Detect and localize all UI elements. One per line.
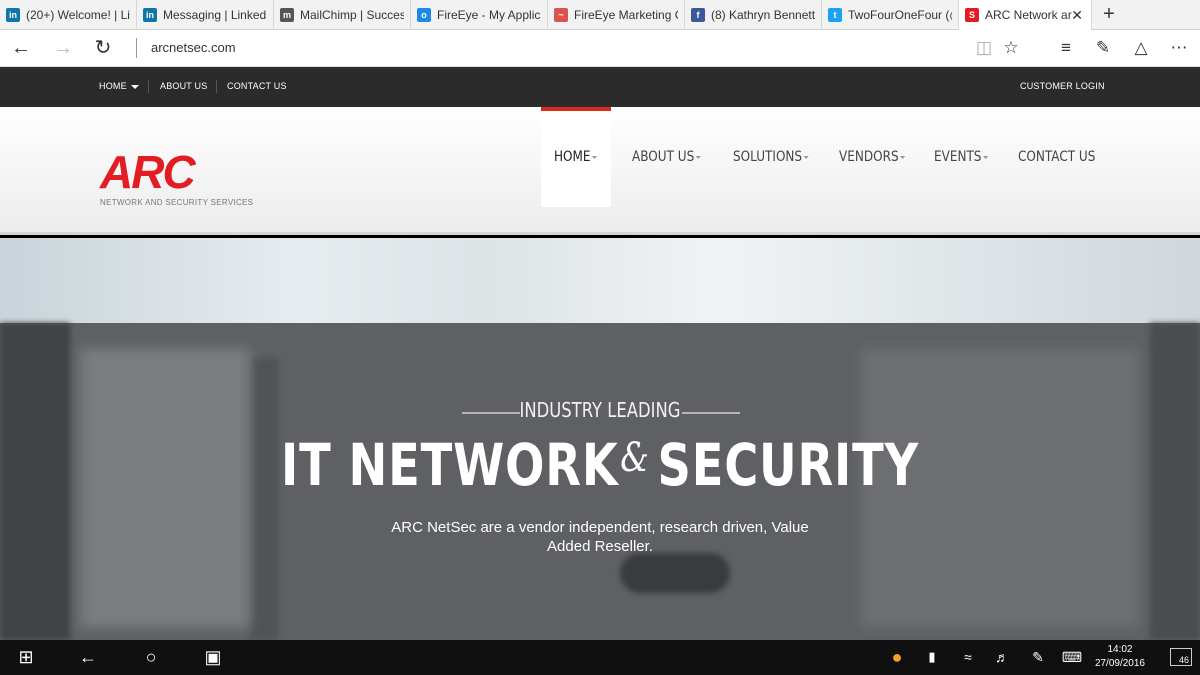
more-icon[interactable]: ⋯: [1166, 36, 1192, 60]
url-field[interactable]: arcnetsec.com: [136, 38, 236, 58]
tab-title: FireEye Marketing C: [574, 8, 678, 22]
web-note-icon[interactable]: ✎: [1090, 36, 1116, 60]
hub-icon[interactable]: ≡: [1053, 36, 1079, 60]
browser-tab[interactable]: in Messaging | LinkedI: [137, 0, 274, 30]
tab-title: TwoFourOneFour (@: [848, 8, 952, 22]
menu-solutions[interactable]: SOLUTIONS: [733, 149, 809, 165]
fireeye-icon: o: [417, 8, 431, 22]
hero-title: IT NETWORK& SECURITY: [120, 431, 1080, 499]
system-clock[interactable]: 14:02 27/09/2016: [1095, 643, 1145, 671]
back-icon[interactable]: ←: [76, 645, 100, 669]
linkedin-icon: in: [143, 8, 157, 22]
hero-background-shape: [1150, 323, 1200, 640]
menu-events-label: EVENTS: [934, 149, 982, 165]
browser-tab-strip: in (20+) Welcome! | Li in Messaging | Linke…: [0, 0, 1200, 30]
new-tab-icon[interactable]: +: [1092, 0, 1126, 29]
browser-tab[interactable]: m MailChimp | Succes: [274, 0, 411, 30]
menu-vendors-label: VENDORS: [839, 149, 899, 165]
chevron-down-icon: [803, 155, 809, 159]
mailchimp-icon: m: [280, 8, 294, 22]
pen-icon[interactable]: ✎: [1026, 645, 1050, 669]
utility-about-link[interactable]: ABOUT US: [160, 81, 207, 91]
forward-icon[interactable]: →: [50, 36, 76, 60]
refresh-icon[interactable]: ↻: [90, 36, 116, 60]
chevron-down-icon: [592, 155, 598, 159]
menu-home-label: HOME: [554, 149, 591, 165]
browser-tab[interactable]: S ARC Network ar ✕: [959, 0, 1092, 30]
chevron-down-icon: [130, 84, 139, 89]
tab-title: (8) Kathryn Bennett: [711, 8, 815, 22]
browser-tab[interactable]: in (20+) Welcome! | Li: [0, 0, 137, 30]
tab-title: ARC Network ar: [985, 8, 1072, 22]
hero-description: ARC NetSec are a vendor independent, res…: [391, 519, 809, 555]
menu-solutions-label: SOLUTIONS: [733, 149, 803, 165]
wifi-icon[interactable]: ≈: [956, 645, 980, 669]
utility-bar: HOME ABOUT US CONTACT US CUSTOMER LOGIN: [0, 67, 1200, 107]
chevron-down-icon: [983, 155, 989, 159]
browser-tab[interactable]: o FireEye - My Applica: [411, 0, 548, 30]
tab-title: Messaging | LinkedI: [163, 8, 267, 22]
reading-view-icon[interactable]: ◫: [971, 36, 997, 60]
utility-contact-link[interactable]: CONTACT US: [227, 81, 287, 91]
back-icon[interactable]: ←: [8, 36, 34, 60]
arc-icon: S: [965, 8, 979, 22]
chevron-down-icon: [900, 155, 906, 159]
fireeye-marketing-icon: ~: [554, 8, 568, 22]
hero-title-right: SECURITY: [657, 431, 919, 499]
browser-tab[interactable]: f (8) Kathryn Bennett: [685, 0, 822, 30]
clock-time: 14:02: [1107, 644, 1133, 655]
menu-contact[interactable]: CONTACT US: [1018, 149, 1095, 165]
hero-banner: INDUSTRY LEADING IT NETWORK& SECURITY ARC…: [0, 238, 1200, 640]
close-icon[interactable]: ✕: [1071, 7, 1083, 24]
chevron-down-icon: [695, 155, 702, 159]
menu-about[interactable]: ABOUT US: [632, 149, 702, 165]
site-header: ARC NETWORK AND SECURITY SERVICES HOME A…: [0, 107, 1200, 235]
hero-title-left: IT NETWORK: [281, 431, 619, 499]
tab-title: FireEye - My Applica: [437, 8, 541, 22]
task-view-icon[interactable]: ▣: [201, 645, 225, 669]
menu-about-label: ABOUT US: [632, 149, 695, 165]
menu-vendors[interactable]: VENDORS: [839, 149, 906, 165]
clock-date: 27/09/2016: [1094, 658, 1145, 669]
windows-taskbar: ⊞ ← ○ ▣ ● ▮ ≈ ♬ ✎ ⌨ 14:02 27/09/2016 46: [0, 640, 1200, 675]
twitter-icon: t: [828, 8, 842, 22]
utility-home-link[interactable]: HOME: [99, 81, 139, 91]
favorite-star-icon[interactable]: ☆: [998, 36, 1024, 60]
facebook-icon: f: [691, 8, 705, 22]
menu-events[interactable]: EVENTS: [934, 149, 989, 165]
keyboard-icon[interactable]: ⌨: [1060, 645, 1084, 669]
tab-title: MailChimp | Succes: [300, 8, 404, 22]
divider: [148, 80, 149, 93]
action-center-icon[interactable]: 46: [1170, 648, 1192, 666]
cortana-icon[interactable]: ○: [139, 645, 163, 669]
battery-icon[interactable]: ▮: [920, 645, 944, 669]
alert-app-icon[interactable]: ●: [885, 645, 909, 669]
address-bar: ← → ↻ arcnetsec.com ◫ ☆ ≡ ✎ △ ⋯: [0, 30, 1200, 67]
logo-tagline: NETWORK AND SECURITY SERVICES: [100, 198, 254, 207]
website: HOME ABOUT US CONTACT US CUSTOMER LOGIN …: [0, 67, 1200, 640]
hero-kicker: INDUSTRY LEADING: [519, 398, 681, 422]
linkedin-icon: in: [6, 8, 20, 22]
utility-home-label: HOME: [99, 81, 127, 91]
browser-tab[interactable]: ~ FireEye Marketing C: [548, 0, 685, 30]
windows-start-icon[interactable]: ⊞: [14, 645, 38, 669]
tab-title: (20+) Welcome! | Li: [26, 8, 130, 22]
divider: [216, 80, 217, 93]
browser-tab[interactable]: t TwoFourOneFour (@: [822, 0, 959, 30]
hero-title-ampersand: &: [620, 435, 650, 481]
customer-login-link[interactable]: CUSTOMER LOGIN: [1020, 81, 1105, 91]
volume-icon[interactable]: ♬: [990, 645, 1014, 669]
hero-background-sky: [0, 238, 1200, 323]
menu-home[interactable]: HOME: [554, 149, 598, 165]
hero-background-shape: [0, 323, 70, 640]
share-icon[interactable]: △: [1128, 36, 1154, 60]
hero-background-shape: [620, 553, 730, 593]
arc-logo[interactable]: ARC: [100, 149, 196, 195]
